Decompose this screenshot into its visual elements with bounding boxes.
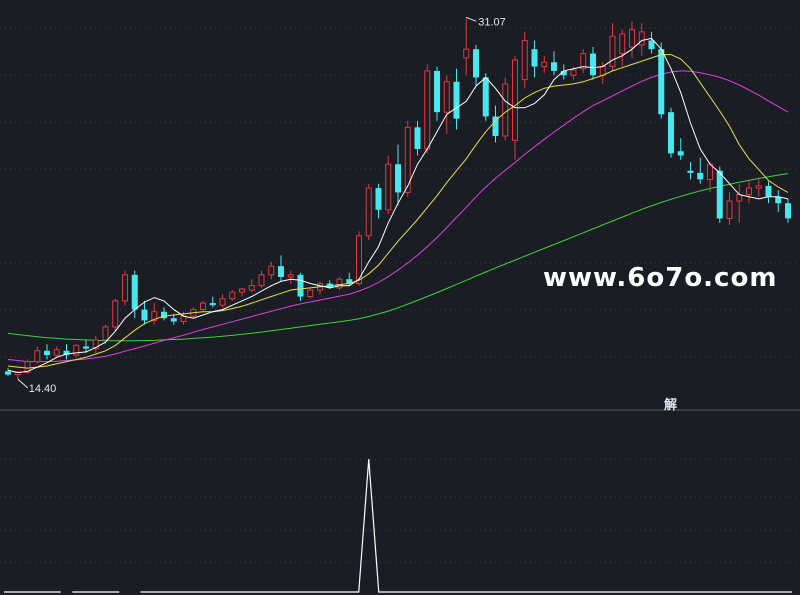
candle-body-down [687, 170, 694, 173]
candle-body-down [677, 151, 684, 156]
candle-body-up [755, 185, 762, 189]
candle-body-down [278, 266, 284, 278]
candle-body-down [482, 77, 489, 117]
candle-body-down [131, 274, 138, 310]
candle-body-down [668, 112, 674, 154]
price-grid [0, 27, 800, 358]
candle-body-up [365, 187, 372, 237]
candle-body-up [726, 200, 733, 219]
candle-body-down [716, 170, 723, 219]
candle-body-down [473, 49, 479, 78]
candle-body-up [229, 291, 236, 300]
candle-body-down [658, 49, 665, 115]
candle-body-up [258, 274, 265, 287]
candle-body-down [297, 274, 304, 297]
candle-body-down [434, 70, 440, 113]
candle-body-down [83, 346, 89, 349]
extreme-markers: 31.07 14.40 [17, 16, 506, 395]
indicator-spike [140, 459, 792, 593]
candle-body-up [53, 349, 60, 356]
candle-body-down [531, 49, 538, 67]
ma10-path [7, 54, 789, 369]
candle-body-down [5, 371, 11, 375]
candle-body-up [570, 69, 577, 76]
candle-body-up [443, 81, 450, 113]
candle-body-up [239, 288, 245, 293]
candle-body-up [219, 298, 226, 306]
candle-body-down [551, 62, 557, 71]
candle-body-down [141, 309, 148, 321]
candle-body-down [375, 188, 382, 210]
candle-body-up [541, 61, 548, 68]
ma10-line [7, 54, 789, 369]
ma5-path [7, 37, 789, 374]
candle-body-up [629, 29, 635, 48]
high-price-label: 31.07 [478, 16, 506, 28]
candle-body-up [521, 40, 528, 81]
candle-body-down [44, 350, 50, 356]
candle-body-up [248, 285, 255, 291]
candle-body-up [638, 31, 645, 46]
candle-body-up [112, 300, 119, 328]
candle-body-down [775, 196, 782, 204]
signal-label: 解 [663, 397, 677, 413]
high-marker-line [466, 16, 477, 22]
candle-body-down [765, 185, 772, 197]
candle-body-up [502, 83, 509, 137]
candle-body-down [590, 53, 596, 76]
candle-body-down [453, 81, 460, 119]
ma5-line [7, 37, 789, 374]
candle-body-down [648, 40, 655, 50]
candle-body-up [102, 326, 109, 341]
candle-body-up [122, 274, 128, 302]
candle-body-down [697, 172, 704, 180]
candle-body-up [200, 302, 206, 311]
candle-body-up [599, 66, 606, 76]
low-marker-line [17, 378, 29, 389]
candle-body-up [268, 265, 275, 276]
candle-body-down [395, 164, 401, 193]
candle-body-down [785, 203, 791, 219]
indicator-series [4, 459, 792, 593]
candle-body-up [307, 289, 314, 298]
candle-body-up [609, 35, 616, 68]
candle-body-down [170, 318, 177, 322]
candle-body-up [619, 33, 626, 55]
stock-chart: 31.07 14.40 www.6o7o.com 解 [0, 16, 800, 593]
candle-body-up [385, 163, 392, 211]
candle-body-down [209, 303, 216, 306]
candle-body-up [746, 187, 752, 196]
candle-body-up [34, 350, 41, 363]
candle-body-up [287, 274, 294, 278]
candle-body-up [73, 344, 80, 356]
candle-body-up [736, 194, 743, 202]
candle-body-up [463, 48, 470, 59]
candle-body-up [424, 70, 431, 150]
candle-body-up [707, 163, 713, 180]
low-price-label: 14.40 [29, 383, 57, 395]
candle-body-up [512, 59, 518, 141]
watermark-text: www.6o7o.com [543, 263, 777, 293]
candle-body-down [414, 127, 421, 150]
indicator-grid [0, 458, 800, 563]
